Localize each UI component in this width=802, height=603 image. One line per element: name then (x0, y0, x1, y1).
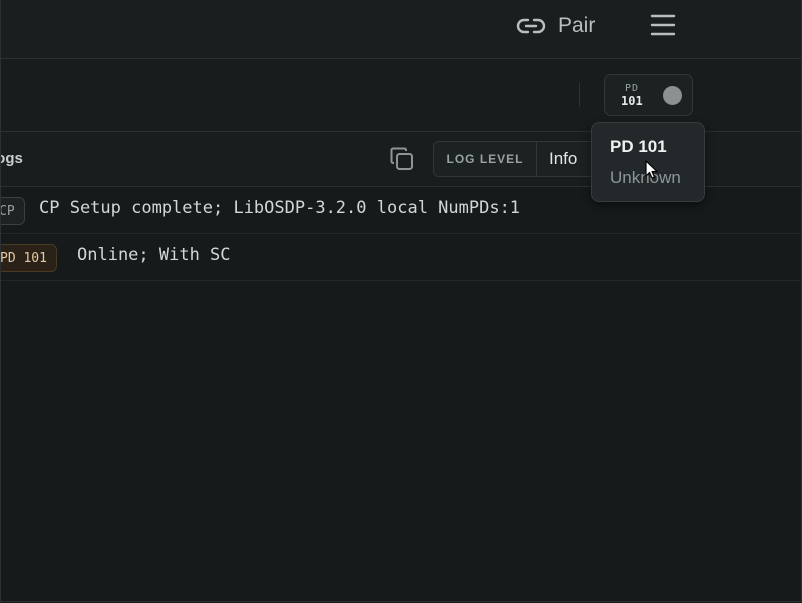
log-message: CP Setup complete; LibOSDP-3.2.0 local N… (39, 198, 521, 218)
pd-device-chip[interactable]: PD 101 (604, 74, 693, 116)
log-entry: PD 101 Online; With SC (1, 234, 801, 281)
pair-label: Pair (558, 14, 596, 37)
log-level-value: Info (549, 149, 578, 168)
log-message: Online; With SC (77, 245, 231, 265)
log-level-select[interactable]: LOG LEVEL Info (433, 141, 605, 177)
log-level-label: LOG LEVEL (434, 142, 537, 176)
app-frame: Pair PD 101 Logs LOG LEVEL (0, 0, 802, 602)
log-source-badge: CP (1, 197, 25, 225)
pd-chip-label: PD (625, 83, 640, 94)
toolbar-divider (579, 83, 580, 107)
mouse-cursor-icon (645, 160, 659, 180)
top-header: Pair (1, 0, 801, 59)
link-icon (516, 16, 546, 36)
pd-status-dot (663, 86, 682, 105)
copy-icon[interactable] (389, 146, 415, 172)
pd-chip-address: 101 (621, 94, 643, 108)
logs-title: Logs (1, 150, 23, 167)
tooltip-title: PD 101 (610, 137, 667, 156)
hamburger-menu-icon[interactable] (650, 12, 676, 38)
pair-button[interactable]: Pair (516, 12, 595, 40)
log-source-badge: PD 101 (1, 244, 57, 272)
